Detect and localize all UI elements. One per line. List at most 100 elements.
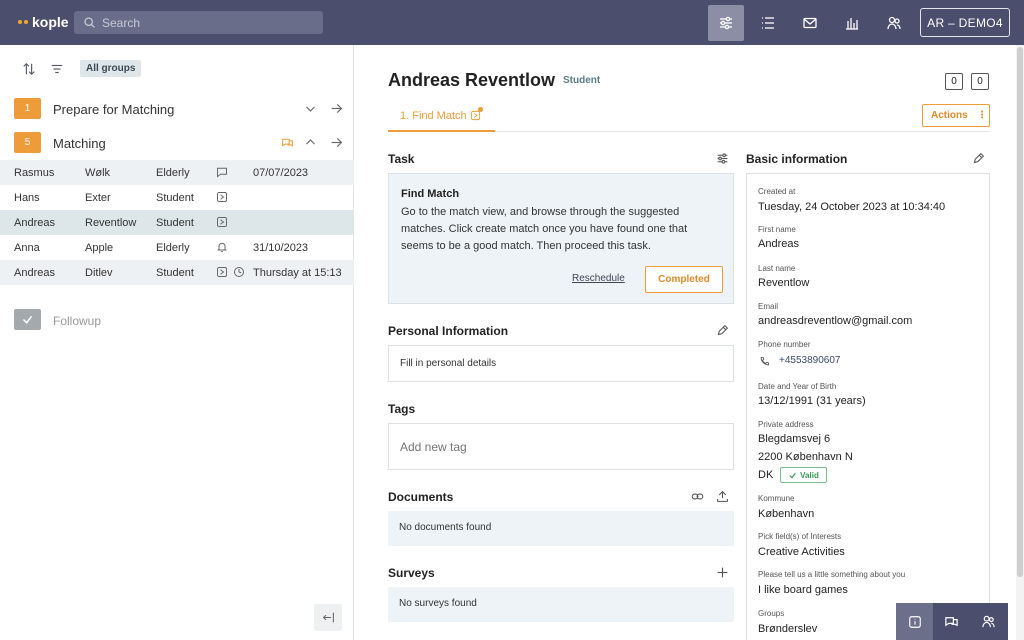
pencil-icon[interactable] — [716, 324, 729, 337]
surveys-box: No surveys found — [388, 587, 734, 622]
group-prepare-for-matching[interactable]: 1 Prepare for Matching — [0, 98, 354, 122]
kople-logo[interactable]: kople — [18, 14, 69, 30]
row-type: Elderly — [156, 242, 190, 254]
more-vertical-icon: ⋮ — [977, 110, 987, 121]
table-row[interactable]: Andreas Reventlow Student — [0, 210, 354, 235]
table-row[interactable]: Andreas Ditlev Student Thursday at 15:13 — [0, 260, 354, 285]
arrow-right-icon[interactable] — [330, 102, 343, 115]
sort-icon[interactable] — [22, 62, 36, 76]
phone-value[interactable]: +4553890607 — [779, 355, 840, 366]
plus-icon[interactable] — [716, 566, 729, 579]
actions-label: Actions — [931, 110, 968, 121]
email-value[interactable]: andreasdreventlow@gmail.com — [758, 315, 912, 327]
row-first-name: Anna — [14, 242, 40, 254]
followup-badge[interactable] — [14, 309, 41, 330]
chat-icon[interactable] — [281, 136, 294, 149]
search-box[interactable] — [74, 11, 323, 34]
row-first-name: Rasmus — [14, 167, 55, 179]
profile-type-badge: Student — [563, 75, 601, 86]
search-icon — [84, 17, 95, 28]
field-label: Pick field(s) of Interests — [758, 532, 842, 541]
group-name: Matching — [53, 136, 106, 151]
task-description: Go to the match view, and browse through… — [401, 206, 688, 252]
followup-label[interactable]: Followup — [53, 314, 101, 328]
actions-button[interactable]: Actions ⋮ — [922, 104, 990, 127]
task-step-icon — [217, 192, 227, 202]
personal-info-box[interactable]: Fill in personal details — [388, 345, 734, 382]
filter-icon[interactable] — [50, 62, 64, 76]
row-last-name: Wølk — [85, 167, 111, 179]
task-title: Find Match — [401, 188, 460, 200]
personal-info-text: Fill in personal details — [400, 358, 497, 369]
row-last-name: Apple — [85, 242, 114, 254]
collapse-sidebar-button[interactable] — [314, 604, 342, 631]
chat-dock-button[interactable] — [933, 603, 970, 640]
info-icon — [908, 615, 921, 628]
chat-icon — [217, 167, 227, 178]
row-first-name: Andreas — [14, 267, 55, 279]
table-row[interactable]: Hans Exter Student — [0, 185, 354, 210]
group-count-badge: 1 — [14, 98, 41, 119]
all-groups-chip[interactable]: All groups — [80, 60, 142, 77]
basic-info-section-title: Basic information — [746, 152, 848, 166]
add-tag-input[interactable] — [388, 423, 734, 470]
row-type: Elderly — [156, 167, 190, 179]
table-row[interactable]: Rasmus Wølk Elderly 07/07/2023 — [0, 160, 354, 185]
basic-info-card: Created at Tuesday, 24 October 2023 at 1… — [746, 173, 990, 640]
dob-value: 13/12/1991 (31 years) — [758, 395, 866, 407]
documents-section-title: Documents — [388, 490, 454, 504]
list-icon — [762, 17, 774, 29]
completed-button[interactable]: Completed — [645, 266, 723, 293]
check-icon — [789, 472, 796, 479]
row-last-name: Exter — [85, 192, 111, 204]
documents-box: No documents found — [388, 511, 734, 546]
bottom-dock — [896, 603, 1008, 640]
tab-label: 1. Find Match — [400, 110, 467, 122]
tasks-icon[interactable] — [716, 152, 729, 165]
pencil-icon[interactable] — [972, 152, 985, 165]
scrollbar-thumb[interactable] — [1017, 47, 1023, 577]
top-bar: kople AR – DEMO4 — [0, 0, 1024, 45]
table-row[interactable]: Anna Apple Elderly 31/10/2023 — [0, 235, 354, 260]
nav-list-button[interactable] — [750, 5, 786, 41]
chevron-up-icon[interactable] — [304, 136, 317, 149]
field-label: Private address — [758, 420, 814, 429]
task-step-icon — [217, 267, 227, 277]
main-panel: Andreas Reventlow Student 0 0 1. Find Ma… — [355, 45, 1016, 640]
row-last-name: Reventlow — [85, 217, 137, 229]
arrow-right-icon[interactable] — [330, 136, 343, 149]
tab-find-match[interactable]: 1. Find Match — [388, 107, 495, 132]
nav-people-button[interactable] — [876, 5, 912, 41]
kommune-value: København — [758, 508, 815, 520]
nav-mail-button[interactable] — [792, 5, 828, 41]
nav-tasks-button[interactable] — [708, 5, 744, 41]
people-icon — [887, 16, 901, 30]
link-icon[interactable] — [691, 490, 704, 503]
group-name: Prepare for Matching — [53, 102, 175, 117]
row-date: Thursday at 15:13 — [253, 267, 342, 279]
nav-stats-button[interactable] — [834, 5, 870, 41]
field-label: Date and Year of Birth — [758, 382, 837, 391]
last-name-value: Reventlow — [758, 277, 810, 289]
collapse-left-icon — [322, 612, 334, 623]
row-type: Student — [156, 267, 194, 279]
search-input[interactable] — [102, 11, 312, 34]
page-scrollbar[interactable] — [1016, 45, 1024, 640]
group-matching[interactable]: 5 Matching — [0, 132, 354, 156]
reschedule-link[interactable]: Reschedule — [572, 273, 625, 284]
chevron-down-icon[interactable] — [304, 102, 317, 115]
field-label: Created at — [758, 187, 796, 196]
clock-icon — [234, 267, 244, 277]
task-section-title: Task — [388, 152, 415, 166]
info-dock-button[interactable] — [896, 603, 933, 640]
people-dock-button[interactable] — [970, 603, 1007, 640]
counter-badge[interactable]: 0 — [945, 73, 963, 90]
row-date: 31/10/2023 — [253, 242, 309, 254]
field-label: Groups — [758, 609, 785, 618]
task-card: Find Match Go to the match view, and bro… — [388, 173, 734, 304]
field-label: Phone number — [758, 340, 811, 349]
counter-badge[interactable]: 0 — [971, 73, 989, 90]
user-menu-button[interactable]: AR – DEMO4 — [920, 8, 1010, 37]
field-label: Last name — [758, 264, 796, 273]
upload-icon[interactable] — [716, 490, 729, 503]
